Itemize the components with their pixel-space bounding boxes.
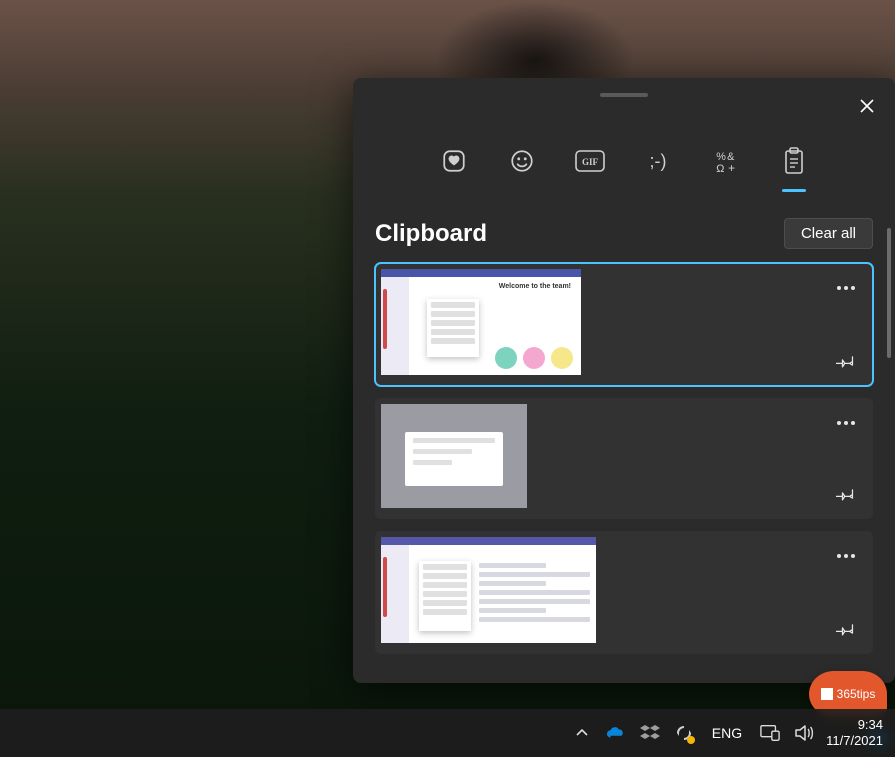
tray-sync[interactable] [674,723,694,743]
tab-emoji[interactable] [505,144,539,178]
panel-body: Clipboard Clear all Welcome to the team! [353,218,895,683]
more-button[interactable] [829,406,863,440]
onedrive-icon [606,726,626,740]
taskbar-clock[interactable]: 9:34 11/7/2021 [826,717,883,750]
pin-button[interactable] [829,612,863,646]
more-icon [836,553,856,559]
svg-text:GIF: GIF [582,157,599,167]
clock-time: 9:34 [826,717,883,733]
clock-date: 11/7/2021 [826,733,883,749]
panel-drag-handle[interactable] [600,93,648,97]
panel-header: Clipboard Clear all [375,218,873,249]
clipboard-icon [782,147,806,175]
tab-kaomoji[interactable]: ;-) [641,144,675,178]
more-button[interactable] [829,271,863,305]
clipboard-thumbnail [381,537,596,643]
svg-text:Ω: Ω [716,163,724,174]
pin-icon [836,619,856,639]
tray-volume[interactable] [794,723,814,743]
taskbar: ENG 9:34 11/7/2021 [0,709,895,757]
office-icon [821,688,833,700]
clipboard-item[interactable] [375,531,873,654]
thumb-caption: Welcome to the team! [499,283,571,290]
clipboard-thumbnail: Welcome to the team! [381,269,581,375]
tray-chevron[interactable] [572,723,592,743]
clipboard-item[interactable] [375,398,873,519]
tab-favorites[interactable] [437,144,471,178]
panel-tabs: GIF ;-) %&Ω+ [353,136,895,186]
symbols-icon: %&Ω+ [713,148,739,174]
volume-icon [794,724,814,742]
close-button[interactable] [851,90,883,122]
tab-symbols[interactable]: %&Ω+ [709,144,743,178]
tray-display[interactable] [760,723,780,743]
pin-button[interactable] [829,477,863,511]
sync-warning-dot [687,736,695,744]
dropbox-icon [640,724,660,742]
clipboard-item-actions [829,271,863,378]
pin-icon [836,484,856,504]
watermark-text: 365tips [837,687,876,701]
gif-icon: GIF [575,150,605,172]
tray-onedrive[interactable] [606,723,626,743]
more-icon [836,420,856,426]
svg-text:%: % [716,151,726,163]
clear-all-button[interactable]: Clear all [784,218,873,249]
tray-dropbox[interactable] [640,723,660,743]
tab-clipboard[interactable] [777,144,811,178]
kaomoji-icon: ;-) [650,151,667,172]
system-tray: ENG [572,723,814,743]
more-icon [836,285,856,291]
chevron-up-icon [575,726,589,740]
more-button[interactable] [829,539,863,573]
emoji-icon [509,148,535,174]
pin-button[interactable] [829,344,863,378]
pin-icon [836,351,856,371]
language-indicator[interactable]: ENG [708,725,746,741]
clipboard-item-actions [829,539,863,646]
input-panel: GIF ;-) %&Ω+ Clipboard Clear all Welcome [353,78,895,683]
display-icon [760,724,780,742]
panel-title: Clipboard [375,220,487,248]
svg-text:+: + [728,161,735,174]
clipboard-thumbnail [381,404,527,508]
clipboard-item-actions [829,406,863,511]
clipboard-item[interactable]: Welcome to the team! [375,263,873,386]
favorites-icon [441,148,467,174]
close-icon [859,98,875,114]
tab-gif[interactable]: GIF [573,144,607,178]
